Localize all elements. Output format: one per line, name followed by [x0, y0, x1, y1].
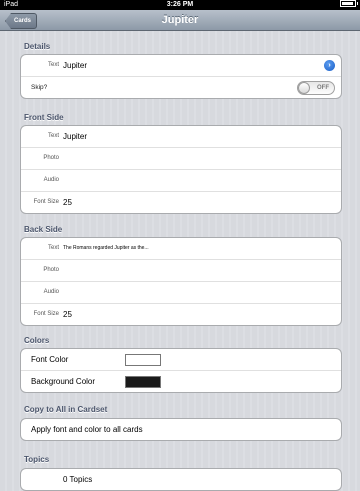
- status-right: [340, 0, 358, 7]
- colors-group: Font Color Background Color: [20, 348, 342, 393]
- back-text-label: Text: [47, 245, 59, 251]
- front-side-header: Front Side: [24, 113, 64, 122]
- front-photo-label: Photo: [43, 155, 59, 161]
- front-side-group: Text Jupiter Photo Audio Font Size 25: [20, 125, 342, 214]
- back-font-size-label: Font Size: [33, 311, 59, 317]
- front-text-row[interactable]: Text Jupiter: [21, 126, 341, 148]
- background-color-row[interactable]: Background Color: [21, 371, 341, 392]
- back-audio-row[interactable]: Audio: [21, 282, 341, 304]
- font-color-label: Font Color: [31, 355, 69, 364]
- skip-toggle[interactable]: OFF: [297, 81, 335, 95]
- details-text-label: Text: [47, 62, 59, 68]
- copy-all-group: Apply font and color to all cards: [20, 418, 342, 441]
- front-font-size-label: Font Size: [33, 199, 59, 205]
- back-photo-row[interactable]: Photo: [21, 260, 341, 282]
- font-color-row[interactable]: Font Color: [21, 349, 341, 371]
- copy-all-header: Copy to All in Cardset: [24, 405, 108, 414]
- back-side-header: Back Side: [24, 225, 63, 234]
- battery-fill: [342, 2, 354, 5]
- back-text-value: The Romans regarded Jupiter as the...: [63, 245, 149, 251]
- navigation-bar: Cards Jupiter: [0, 10, 360, 31]
- back-font-size-row[interactable]: Font Size 25: [21, 304, 341, 325]
- front-audio-row[interactable]: Audio: [21, 170, 341, 192]
- disclosure-icon[interactable]: ›: [324, 60, 335, 71]
- back-audio-label: Audio: [43, 289, 59, 295]
- skip-row: Skip? OFF: [21, 77, 341, 98]
- front-text-label: Text: [47, 133, 59, 139]
- background-color-label: Background Color: [31, 377, 96, 386]
- toggle-state: OFF: [317, 85, 329, 91]
- apply-all-row[interactable]: Apply font and color to all cards: [21, 419, 341, 440]
- back-photo-label: Photo: [43, 267, 59, 273]
- battery-icon: [340, 0, 358, 7]
- apply-all-label: Apply font and color to all cards: [31, 425, 143, 434]
- toggle-knob: [298, 82, 310, 94]
- front-photo-row[interactable]: Photo: [21, 148, 341, 170]
- front-audio-label: Audio: [43, 177, 59, 183]
- details-text-row[interactable]: Text Jupiter ›: [21, 55, 341, 77]
- font-color-swatch[interactable]: [125, 354, 161, 366]
- colors-header: Colors: [24, 336, 50, 345]
- front-text-value: Jupiter: [63, 132, 88, 141]
- page-title: Jupiter: [161, 14, 199, 26]
- front-font-size-row[interactable]: Font Size 25: [21, 192, 341, 213]
- topics-header: Topics: [24, 455, 50, 464]
- background-color-swatch[interactable]: [125, 376, 161, 388]
- back-side-group: Text The Romans regarded Jupiter as the.…: [20, 237, 342, 326]
- skip-label: Skip?: [31, 84, 48, 91]
- front-font-size-value: 25: [63, 198, 72, 207]
- details-group: Text Jupiter › Skip? OFF: [20, 54, 342, 99]
- back-text-row[interactable]: Text The Romans regarded Jupiter as the.…: [21, 238, 341, 260]
- details-header: Details: [24, 42, 51, 51]
- status-time: 3:26 PM: [166, 1, 194, 8]
- status-bar: iPad 3:26 PM: [0, 0, 360, 10]
- back-font-size-value: 25: [63, 310, 72, 319]
- details-text-value: Jupiter: [63, 61, 88, 70]
